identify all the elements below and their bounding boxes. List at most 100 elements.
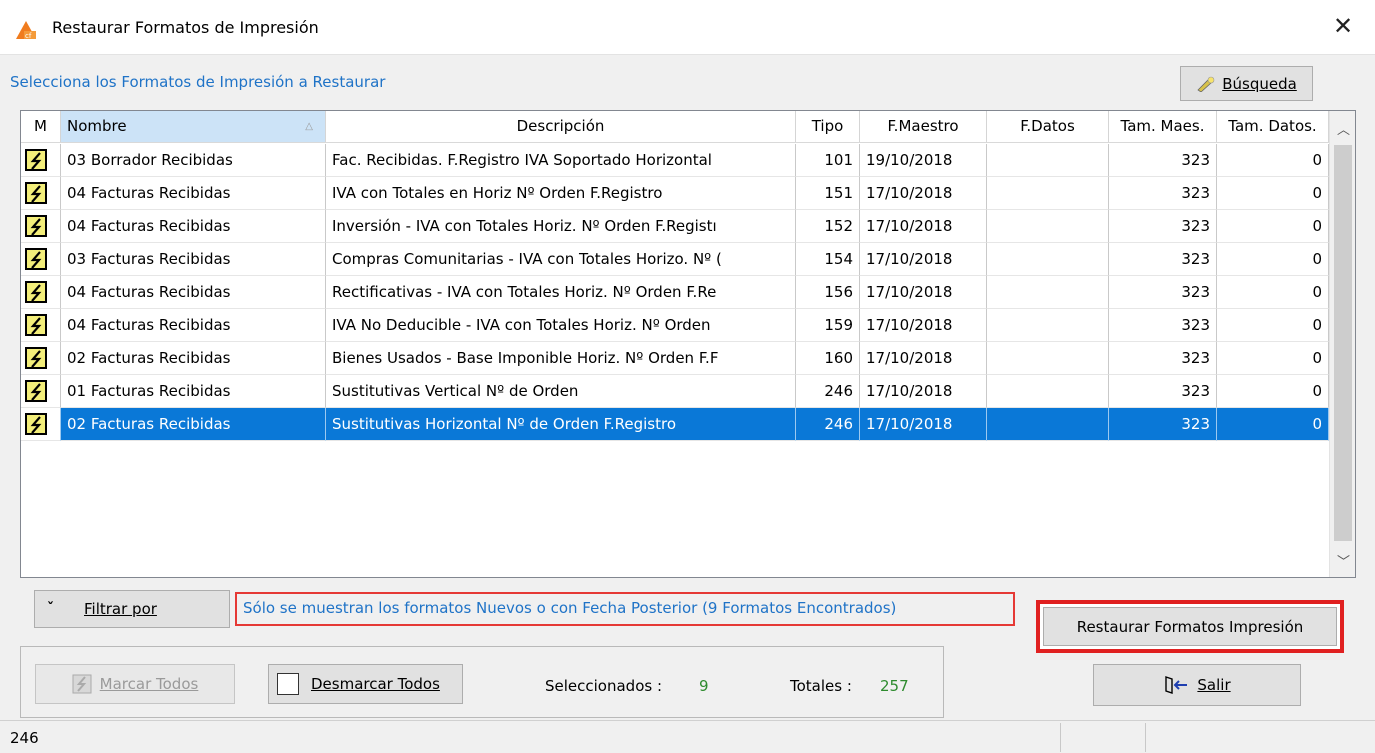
cell-f-datos bbox=[987, 144, 1109, 177]
filter-button[interactable]: ˇ Filtrar por bbox=[34, 590, 230, 628]
cell-f-maestro: 19/10/2018 bbox=[860, 144, 987, 177]
mark-cell[interactable] bbox=[21, 243, 61, 276]
mark-cell[interactable] bbox=[21, 309, 61, 342]
mark-cell[interactable] bbox=[21, 375, 61, 408]
mark-cell[interactable] bbox=[21, 210, 61, 243]
restore-formats-button[interactable]: Restaurar Formatos Impresión bbox=[1036, 600, 1344, 653]
status-bar: 246 bbox=[0, 720, 1375, 753]
column-header-f-datos[interactable]: F.Datos bbox=[987, 111, 1109, 142]
cell-tam-maes: 323 bbox=[1109, 177, 1217, 210]
mark-cell[interactable] bbox=[21, 342, 61, 375]
cell-descripcion: Bienes Usados - Base Imponible Horiz. Nº… bbox=[326, 342, 796, 375]
column-header-tam-datos[interactable]: Tam. Datos. bbox=[1217, 111, 1329, 142]
lightning-check-icon bbox=[72, 674, 92, 694]
exit-button[interactable]: Salir bbox=[1093, 664, 1301, 706]
cell-f-datos bbox=[987, 276, 1109, 309]
table-row[interactable]: 04 Facturas Recibidas IVA No Deducible - … bbox=[21, 309, 1329, 342]
cell-f-datos bbox=[987, 243, 1109, 276]
lightning-check-icon[interactable] bbox=[25, 347, 47, 369]
lightning-check-icon[interactable] bbox=[25, 413, 47, 435]
svg-text:cf: cf bbox=[25, 32, 32, 39]
column-header-nombre-label: Nombre bbox=[67, 117, 127, 135]
cell-tipo: 159 bbox=[796, 309, 860, 342]
scroll-up-icon[interactable]: ︿ bbox=[1337, 119, 1350, 138]
table-row[interactable]: 01 Facturas Recibidas Sustitutivas Vertic… bbox=[21, 375, 1329, 408]
table-row[interactable]: 03 Borrador Recibidas Fac. Recibidas. F.R… bbox=[21, 144, 1329, 177]
column-header-m[interactable]: M bbox=[21, 111, 61, 142]
column-header-nombre[interactable]: Nombre △ bbox=[61, 111, 326, 142]
cell-tam-maes: 323 bbox=[1109, 276, 1217, 309]
cell-descripcion: IVA con Totales en Horiz Nº Orden F.Regi… bbox=[326, 177, 796, 210]
table-row[interactable]: 02 Facturas Recibidas Sustitutivas Horizo… bbox=[21, 408, 1329, 441]
close-icon[interactable]: ✕ bbox=[1333, 12, 1353, 40]
cell-f-datos bbox=[987, 342, 1109, 375]
mark-cell[interactable] bbox=[21, 177, 61, 210]
title-bar: cf Restaurar Formatos de Impresión ✕ bbox=[0, 0, 1375, 55]
unmark-all-button[interactable]: Desmarcar Todos bbox=[268, 664, 463, 704]
vertical-scrollbar[interactable]: ︿ ﹀ bbox=[1329, 111, 1355, 577]
cell-nombre: 03 Facturas Recibidas bbox=[61, 243, 326, 276]
column-header-f-maestro[interactable]: F.Maestro bbox=[860, 111, 987, 142]
double-chevron-down-icon: ˇ bbox=[47, 601, 54, 617]
lightning-check-icon[interactable] bbox=[25, 281, 47, 303]
lightning-check-icon[interactable] bbox=[25, 380, 47, 402]
search-button[interactable]: Búsqueda bbox=[1180, 66, 1313, 101]
selected-count-label: Seleccionados : bbox=[545, 677, 663, 695]
selected-count-value: 9 bbox=[699, 677, 709, 695]
column-header-tam-maes[interactable]: Tam. Maes. bbox=[1109, 111, 1217, 142]
cell-nombre: 04 Facturas Recibidas bbox=[61, 276, 326, 309]
scrollbar-thumb[interactable] bbox=[1334, 145, 1352, 541]
column-header-descripcion[interactable]: Descripción bbox=[326, 111, 796, 142]
scroll-down-icon[interactable]: ﹀ bbox=[1337, 551, 1350, 570]
cell-f-datos bbox=[987, 408, 1109, 441]
status-text: 246 bbox=[10, 729, 39, 747]
cell-tipo: 151 bbox=[796, 177, 860, 210]
mark-cell[interactable] bbox=[21, 408, 61, 441]
table-row[interactable]: 03 Facturas Recibidas Compras Comunitaria… bbox=[21, 243, 1329, 276]
search-button-label: Búsqueda bbox=[1222, 74, 1297, 93]
lightning-check-icon[interactable] bbox=[25, 314, 47, 336]
status-separator bbox=[1145, 723, 1146, 752]
table-row[interactable]: 02 Facturas Recibidas Bienes Usados - Bas… bbox=[21, 342, 1329, 375]
lightning-check-icon[interactable] bbox=[25, 248, 47, 270]
cell-tipo: 152 bbox=[796, 210, 860, 243]
lightning-check-icon[interactable] bbox=[25, 182, 47, 204]
cell-tipo: 246 bbox=[796, 375, 860, 408]
cell-tam-maes: 323 bbox=[1109, 342, 1217, 375]
app-logo-icon: cf bbox=[16, 21, 36, 39]
cell-f-datos bbox=[987, 309, 1109, 342]
cell-tam-maes: 323 bbox=[1109, 210, 1217, 243]
cell-f-maestro: 17/10/2018 bbox=[860, 276, 987, 309]
mark-cell[interactable] bbox=[21, 144, 61, 177]
table-row[interactable]: 04 Facturas Recibidas IVA con Totales en … bbox=[21, 177, 1329, 210]
cell-f-datos bbox=[987, 375, 1109, 408]
cell-f-maestro: 17/10/2018 bbox=[860, 309, 987, 342]
cell-f-datos bbox=[987, 177, 1109, 210]
cell-tipo: 160 bbox=[796, 342, 860, 375]
window-title: Restaurar Formatos de Impresión bbox=[52, 18, 319, 37]
status-separator bbox=[1060, 723, 1061, 752]
cell-descripcion: Inversión - IVA con Totales Horiz. Nº Or… bbox=[326, 210, 796, 243]
cell-descripcion: Fac. Recibidas. F.Registro IVA Soportado… bbox=[326, 144, 796, 177]
table-row[interactable]: 04 Facturas Recibidas Inversión - IVA con… bbox=[21, 210, 1329, 243]
cell-nombre: 04 Facturas Recibidas bbox=[61, 210, 326, 243]
lightning-check-icon[interactable] bbox=[25, 215, 47, 237]
cell-nombre: 02 Facturas Recibidas bbox=[61, 342, 326, 375]
lightning-check-icon[interactable] bbox=[25, 149, 47, 171]
grid-header: M Nombre △ Descripción Tipo F.Maestro F.… bbox=[21, 111, 1329, 143]
cell-f-maestro: 17/10/2018 bbox=[860, 342, 987, 375]
cell-f-maestro: 17/10/2018 bbox=[860, 177, 987, 210]
formats-grid[interactable]: M Nombre △ Descripción Tipo F.Maestro F.… bbox=[20, 110, 1356, 578]
column-header-tipo[interactable]: Tipo bbox=[796, 111, 860, 142]
cell-f-maestro: 17/10/2018 bbox=[860, 210, 987, 243]
unchecked-box-icon bbox=[277, 673, 299, 695]
table-row[interactable]: 04 Facturas Recibidas Rectificativas - IV… bbox=[21, 276, 1329, 309]
cell-f-maestro: 17/10/2018 bbox=[860, 408, 987, 441]
mark-all-button[interactable]: Marcar Todos bbox=[35, 664, 235, 704]
cell-tipo: 246 bbox=[796, 408, 860, 441]
mark-cell[interactable] bbox=[21, 276, 61, 309]
sort-ascending-icon: △ bbox=[305, 121, 313, 132]
filter-button-label: Filtrar por bbox=[84, 600, 157, 618]
cell-tam-maes: 323 bbox=[1109, 243, 1217, 276]
cell-tam-datos: 0 bbox=[1217, 342, 1329, 375]
